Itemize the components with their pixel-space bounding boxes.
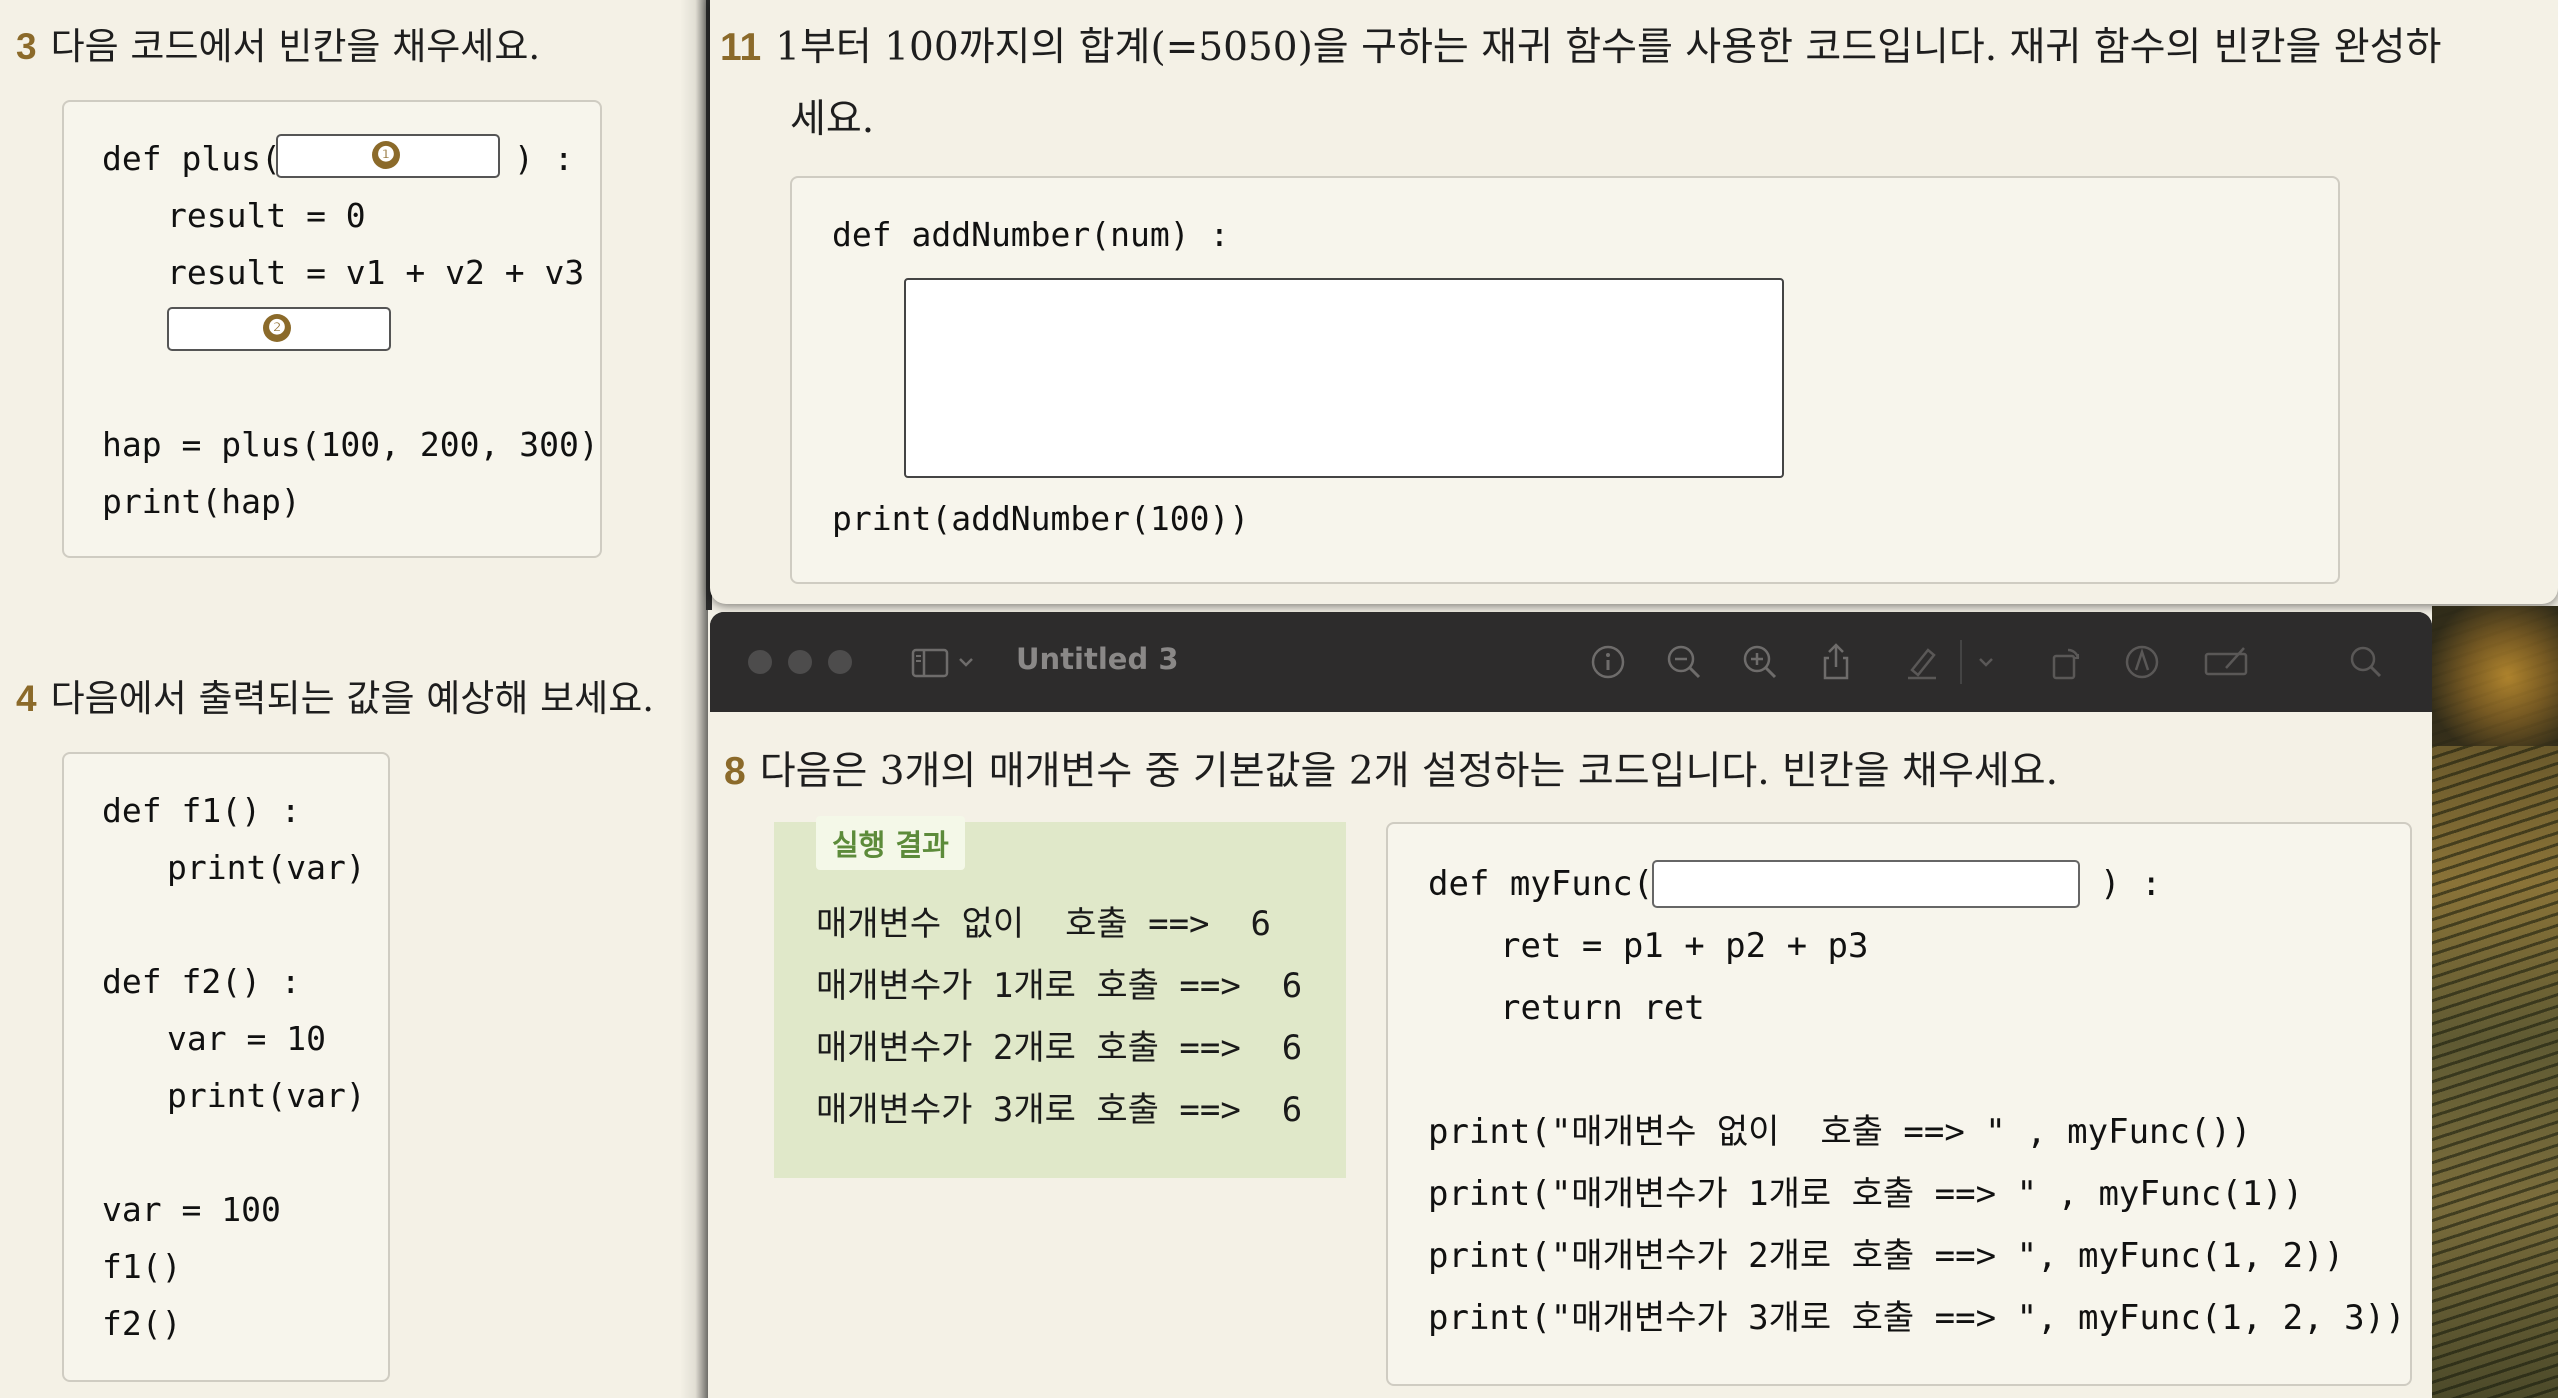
result-line: 매개변수가 2개로 호출 ==> 6 bbox=[816, 1028, 1303, 1068]
top-document-window: 11 1부터 100까지의 합계(=5050)을 구하는 재귀 함수를 사용한 코… bbox=[710, 0, 2558, 604]
rotate-icon[interactable] bbox=[2044, 640, 2088, 684]
preview-toolbar: Untitled 3 bbox=[710, 612, 2432, 712]
execution-result-label: 실행 결과 bbox=[816, 816, 965, 870]
question-4-text: 다음에서 출력되는 값을 예상해 보세요. bbox=[50, 677, 655, 720]
zoom-out-icon[interactable] bbox=[1662, 640, 1706, 684]
question-3-title: 3 다음 코드에서 빈칸을 채우세요. bbox=[16, 16, 540, 70]
question-3-text: 다음 코드에서 빈칸을 채우세요. bbox=[50, 25, 541, 68]
code-return-line: return ret bbox=[1500, 988, 1705, 1028]
annotate-icon[interactable] bbox=[2200, 640, 2254, 684]
left-book-page: 3 다음 코드에서 빈칸을 채우세요. def plus( ❶ ) : resul… bbox=[0, 0, 705, 1398]
code-result-sum: result = v1 + v2 + v3 bbox=[167, 253, 585, 292]
question-4-title: 4 다음에서 출력되는 값을 예상해 보세요. bbox=[16, 668, 654, 722]
execution-result-box: 실행 결과 매개변수 없이 호출 ==> 6 매개변수가 1개로 호출 ==> … bbox=[774, 816, 1346, 1178]
code-f2-print: print(var) bbox=[167, 1076, 366, 1115]
preview-document-page: 8 다음은 3개의 매개변수 중 기본값을 2개 설정하는 코드입니다. 빈칸을 … bbox=[710, 712, 2432, 1398]
code-print-line: print("매개변수가 2개로 호출 ==> ", myFunc(1, 2)) bbox=[1428, 1236, 2345, 1276]
code-f1-print: print(var) bbox=[167, 848, 366, 887]
highlight-icon[interactable] bbox=[1900, 640, 1944, 684]
zoom-in-icon[interactable] bbox=[1738, 640, 1782, 684]
question-3-number: 3 bbox=[16, 26, 37, 67]
code-ret-line: ret = p1 + p2 + p3 bbox=[1500, 926, 1869, 966]
code-result-zero: result = 0 bbox=[167, 196, 366, 235]
code-def-f1: def f1() : bbox=[102, 791, 301, 830]
code-print-addnumber: print(addNumber(100)) bbox=[832, 499, 1250, 538]
zoom-window-button[interactable] bbox=[828, 650, 852, 674]
code-print-line: print("매개변수가 1개로 호출 ==> " , myFunc(1)) bbox=[1428, 1174, 2304, 1214]
result-line: 매개변수가 3개로 호출 ==> 6 bbox=[816, 1090, 1303, 1130]
document-title: Untitled 3 bbox=[1016, 642, 1179, 676]
book-spine-shadow bbox=[680, 0, 708, 1398]
result-line: 매개변수 없이 호출 ==> 6 bbox=[816, 904, 1271, 944]
search-icon[interactable] bbox=[2344, 640, 2388, 684]
markup-icon[interactable] bbox=[2120, 640, 2164, 684]
code-print-line: print("매개변수 없이 호출 ==> " , myFunc()) bbox=[1428, 1112, 2252, 1152]
code-print-line: print("매개변수가 3개로 호출 ==> ", myFunc(1, 2, … bbox=[1428, 1298, 2406, 1338]
question-8-code-box: def myFunc( ) : ret = p1 + p2 + p3 retur… bbox=[1386, 822, 2412, 1386]
question-4-code-box: def f1() : print(var) def f2() : var = 1… bbox=[62, 752, 390, 1382]
question-11-text-line1: 1부터 100까지의 합계(=5050)을 구하는 재귀 함수를 사용한 코드입… bbox=[775, 25, 2442, 70]
code-def-myfunc-start: def myFunc( bbox=[1428, 864, 1654, 904]
toolbar-separator bbox=[1960, 640, 1962, 684]
question-8-number: 8 bbox=[724, 750, 746, 793]
question-11-text-line2: 세요. bbox=[790, 97, 875, 142]
code-def-plus-start: def plus( bbox=[102, 139, 281, 178]
desktop-wallpaper-foliage bbox=[2432, 606, 2558, 746]
question-11-number: 11 bbox=[720, 26, 762, 69]
blank-2[interactable]: ❷ bbox=[167, 307, 391, 351]
code-call-f2: f2() bbox=[102, 1304, 182, 1343]
code-def-f2: def f2() : bbox=[102, 962, 301, 1001]
minimize-window-button[interactable] bbox=[788, 650, 812, 674]
close-window-button[interactable] bbox=[748, 650, 772, 674]
blank-1-marker: ❶ bbox=[372, 141, 400, 169]
sidebar-chevron-down-icon[interactable] bbox=[954, 640, 978, 684]
code-hap: hap = plus(100, 200, 300) bbox=[102, 425, 599, 464]
result-line: 매개변수가 1개로 호출 ==> 6 bbox=[816, 966, 1303, 1006]
myfunc-params-blank[interactable] bbox=[1652, 860, 2080, 908]
code-var-100: var = 100 bbox=[102, 1190, 281, 1229]
code-call-f1: f1() bbox=[102, 1247, 182, 1286]
code-print-hap: print(hap) bbox=[102, 482, 301, 521]
recursion-answer-blank[interactable] bbox=[904, 278, 1784, 478]
question-11-title: 11 1부터 100까지의 합계(=5050)을 구하는 재귀 함수를 사용한 코… bbox=[720, 16, 2441, 72]
code-def-plus-end: ) : bbox=[514, 139, 574, 178]
code-def-myfunc-end: ) : bbox=[2100, 864, 2162, 904]
question-8-title: 8 다음은 3개의 매개변수 중 기본값을 2개 설정하는 코드입니다. 빈칸을 … bbox=[724, 740, 2058, 796]
preview-window: Untitled 3 8 다음은 3개의 매개변수 중 기본값을 2개 설정하는… bbox=[710, 612, 2432, 1398]
blank-2-marker: ❷ bbox=[263, 314, 291, 342]
info-icon[interactable] bbox=[1586, 640, 1630, 684]
question-8-text: 다음은 3개의 매개변수 중 기본값을 2개 설정하는 코드입니다. 빈칸을 채… bbox=[759, 749, 2058, 794]
question-4-number: 4 bbox=[16, 678, 37, 719]
share-icon[interactable] bbox=[1814, 640, 1858, 684]
code-f2-var: var = 10 bbox=[167, 1019, 326, 1058]
sidebar-toggle-icon[interactable] bbox=[908, 640, 952, 684]
highlight-chevron-down-icon[interactable] bbox=[1974, 640, 1998, 684]
question-3-code-box: def plus( ❶ ) : result = 0 result = v1 +… bbox=[62, 100, 602, 558]
blank-1[interactable]: ❶ bbox=[276, 134, 500, 178]
question-11-code-box: def addNumber(num) : print(addNumber(100… bbox=[790, 176, 2340, 584]
code-def-addnumber: def addNumber(num) : bbox=[832, 215, 1230, 254]
